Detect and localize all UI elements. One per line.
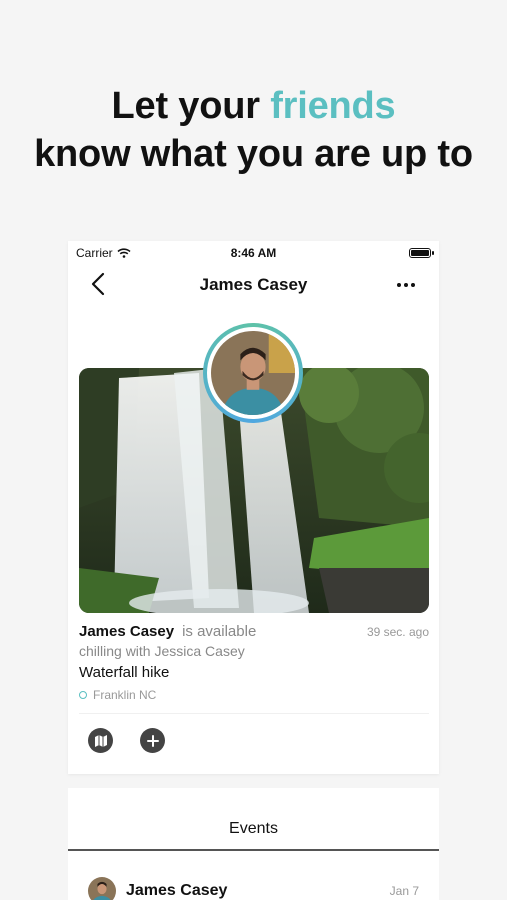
avatar xyxy=(211,331,295,415)
map-icon xyxy=(94,734,107,747)
availability-text: is available xyxy=(182,623,257,640)
headline-line-2: know what you are up to xyxy=(34,133,473,175)
avatar xyxy=(88,877,116,900)
post-actions xyxy=(88,728,165,753)
location-label: Franklin NC xyxy=(93,688,157,702)
post-details: James Casey is available 39 sec. ago chi… xyxy=(79,623,429,702)
list-item[interactable]: James Casey Jan 7 xyxy=(88,877,419,900)
profile-avatar[interactable] xyxy=(203,323,303,423)
events-section: Events James Casey Jan 7 xyxy=(68,788,439,900)
location-pin-icon xyxy=(79,691,87,699)
post-location[interactable]: Franklin NC xyxy=(79,688,429,702)
events-tab-underline xyxy=(68,849,439,851)
post-activity: Waterfall hike xyxy=(79,664,170,681)
status-bar: Carrier 8:46 AM xyxy=(68,241,439,263)
page-title: James Casey xyxy=(199,275,308,294)
plus-icon xyxy=(146,734,159,747)
divider xyxy=(79,713,429,714)
more-options-button[interactable] xyxy=(391,275,421,295)
phone-screen: Carrier 8:46 AM James Casey James Casey … xyxy=(68,241,439,774)
headline-line-1: Let your friends xyxy=(111,85,396,127)
battery-icon xyxy=(409,248,434,258)
post-author-name[interactable]: James Casey xyxy=(79,623,174,640)
dot-icon xyxy=(411,283,415,287)
event-author-name: James Casey xyxy=(126,882,228,899)
map-button[interactable] xyxy=(88,728,113,753)
headline: Let your friends know what you are up to xyxy=(0,82,507,178)
dot-icon xyxy=(404,283,408,287)
event-date: Jan 7 xyxy=(389,884,419,898)
headline-accent: friends xyxy=(270,85,396,127)
navbar: James Casey xyxy=(68,267,439,301)
post-timestamp: 39 sec. ago xyxy=(366,625,429,639)
post-status: chilling with Jessica Casey xyxy=(79,643,245,659)
events-tab[interactable]: Events xyxy=(68,820,439,838)
add-button[interactable] xyxy=(140,728,165,753)
dot-icon xyxy=(397,283,401,287)
status-time: 8:46 AM xyxy=(230,246,277,260)
